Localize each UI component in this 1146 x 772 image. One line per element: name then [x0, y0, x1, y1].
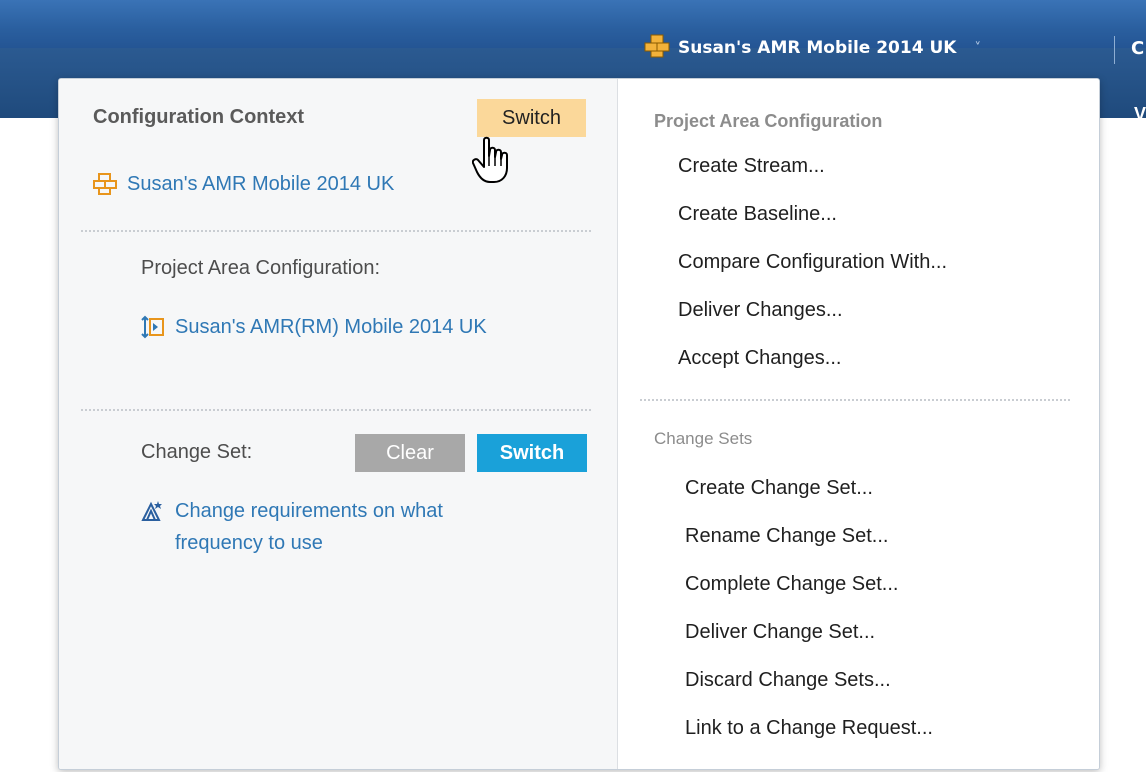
topbar-cut-text[interactable]: C	[1131, 38, 1144, 59]
divider	[81, 409, 591, 411]
topbar-divider	[1114, 36, 1115, 64]
project-area-configuration-link[interactable]: Susan's AMR(RM) Mobile 2014 UK	[141, 311, 501, 343]
change-sets-section-header: Change Sets	[654, 429, 753, 448]
configuration-context-title: Configuration Context	[93, 106, 305, 128]
divider	[640, 399, 1070, 401]
actions-menu-column: Project Area Configuration Create Stream…	[618, 79, 1099, 769]
menu-item-accept-changes[interactable]: Accept Changes...	[678, 347, 841, 370]
hand-pointer-icon	[471, 136, 512, 186]
current-change-set-name: Change requirements on what frequency to…	[175, 500, 443, 554]
component-config-icon	[141, 311, 165, 343]
menu-item-rename-change-set[interactable]: Rename Change Set...	[685, 525, 888, 548]
menu-item-create-baseline[interactable]: Create Baseline...	[678, 203, 837, 226]
menu-item-link-change-request[interactable]: Link to a Change Request...	[685, 717, 933, 740]
menu-item-deliver-change-set[interactable]: Deliver Change Set...	[685, 621, 875, 644]
clear-change-set-button[interactable]: Clear	[355, 434, 465, 472]
project-area-configuration-label: Project Area Configuration:	[141, 257, 381, 279]
configuration-context-dropdown: Configuration Context Switch Susan's AMR…	[58, 78, 1100, 770]
stream-config-icon	[644, 34, 670, 63]
menu-item-create-stream[interactable]: Create Stream...	[678, 155, 825, 178]
divider	[81, 230, 591, 232]
configuration-selector[interactable]: Susan's AMR Mobile 2014 UK ˅	[644, 30, 981, 66]
configuration-selector-label: Susan's AMR Mobile 2014 UK	[678, 38, 957, 58]
menu-item-create-change-set[interactable]: Create Change Set...	[685, 477, 873, 500]
menu-item-compare-configuration[interactable]: Compare Configuration With...	[678, 251, 947, 274]
menu-item-deliver-changes[interactable]: Deliver Changes...	[678, 299, 843, 322]
stream-config-icon	[93, 168, 117, 200]
current-configuration-label: Susan's AMR Mobile 2014 UK	[127, 173, 395, 195]
switch-configuration-button[interactable]: Switch	[477, 99, 586, 137]
current-configuration-link[interactable]: Susan's AMR Mobile 2014 UK	[93, 168, 394, 200]
configuration-context-column: Configuration Context Switch Susan's AMR…	[59, 79, 618, 769]
project-area-configuration-section-header: Project Area Configuration	[654, 111, 883, 131]
change-set-label: Change Set:	[141, 441, 253, 463]
menu-item-complete-change-set[interactable]: Complete Change Set...	[685, 573, 898, 596]
change-set-icon	[141, 495, 165, 527]
project-area-configuration-name: Susan's AMR(RM) Mobile 2014 UK	[175, 316, 487, 338]
current-change-set-link[interactable]: Change requirements on what frequency to…	[141, 495, 501, 559]
subbar-cut-text: V	[1134, 104, 1146, 124]
chevron-down-icon[interactable]: ˅	[974, 41, 981, 56]
menu-item-discard-change-sets[interactable]: Discard Change Sets...	[685, 669, 891, 692]
switch-change-set-button[interactable]: Switch	[477, 434, 587, 472]
